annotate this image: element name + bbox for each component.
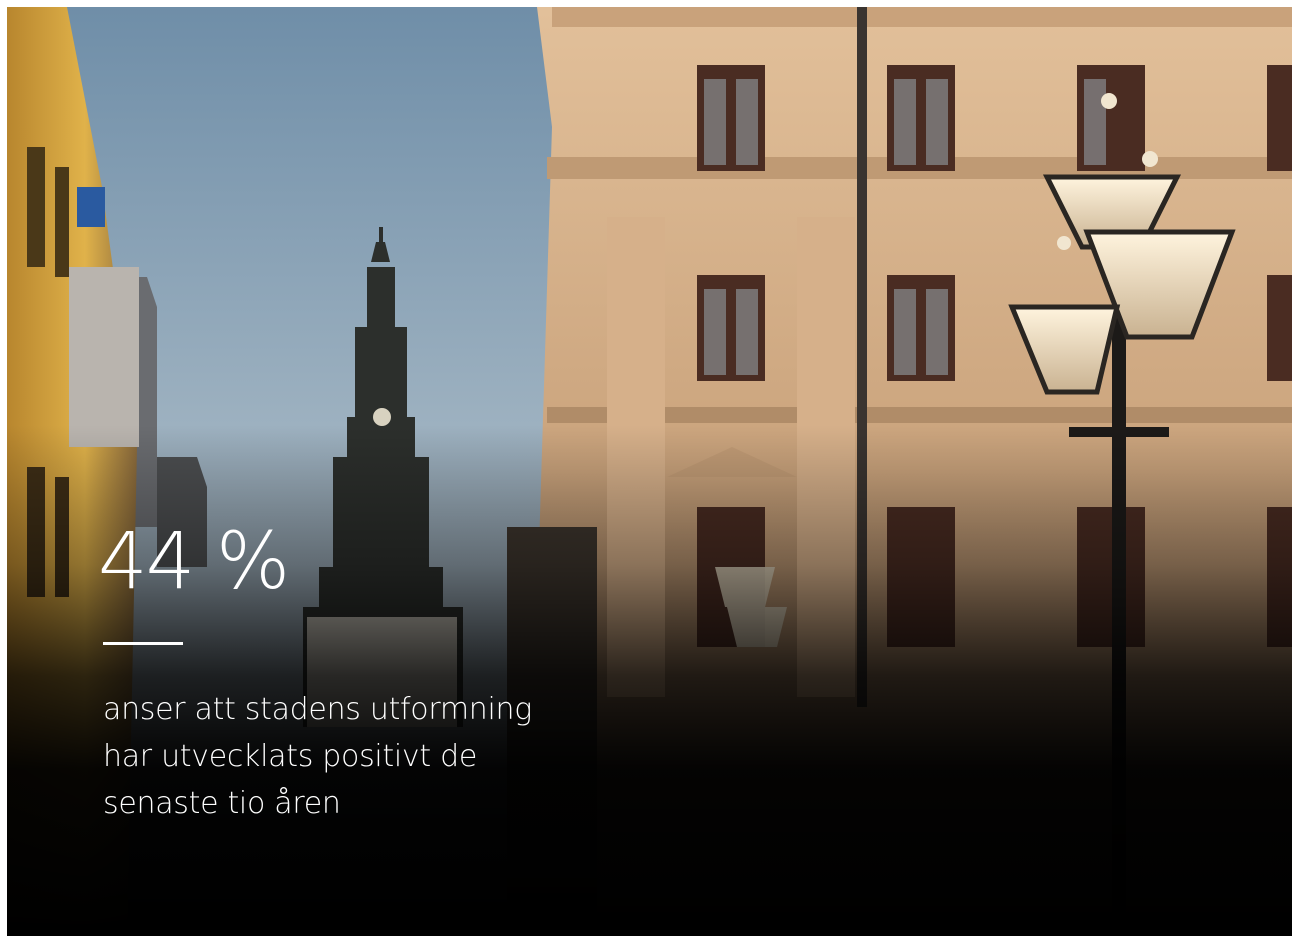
caption-line: senaste tio åren [103,786,341,821]
caption-line: anser att stadens utformning [103,692,532,727]
stat-card: 44 % anser att stadens utformning har ut… [7,7,1292,936]
caption-line: har utvecklats positivt de [103,739,477,774]
divider [103,642,183,645]
stat-caption: anser att stadens utformning har utveckl… [103,686,623,827]
stat-percentage: 44 % [98,517,290,607]
